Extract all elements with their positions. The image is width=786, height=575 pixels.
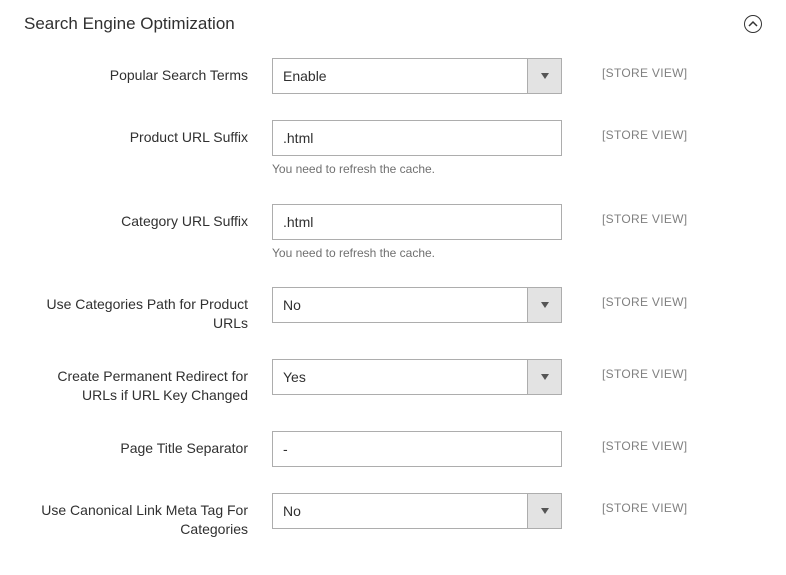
collapse-toggle[interactable] <box>744 15 762 33</box>
field-scope: [STORE VIEW] <box>562 120 687 142</box>
field-control: No <box>272 493 562 529</box>
field-create-permanent-redirect: Create Permanent Redirect for URLs if UR… <box>24 359 762 405</box>
product-url-suffix-input[interactable] <box>272 120 562 156</box>
use-categories-path-select[interactable]: No <box>272 287 562 323</box>
field-category-url-suffix: Category URL Suffix You need to refresh … <box>24 204 762 262</box>
dropdown-arrow-icon <box>527 288 561 322</box>
field-use-canonical-categories: Use Canonical Link Meta Tag For Categori… <box>24 493 762 539</box>
field-label: Page Title Separator <box>24 431 272 458</box>
field-control: You need to refresh the cache. <box>272 120 562 178</box>
field-scope: [STORE VIEW] <box>562 204 687 226</box>
field-control: You need to refresh the cache. <box>272 204 562 262</box>
field-scope: [STORE VIEW] <box>562 493 687 515</box>
select-value: Yes <box>273 369 527 385</box>
select-value: No <box>273 297 527 313</box>
field-control: No <box>272 287 562 323</box>
section-title: Search Engine Optimization <box>24 14 235 34</box>
select-value: Enable <box>273 68 527 84</box>
field-popular-search-terms: Popular Search Terms Enable [STORE VIEW] <box>24 58 762 94</box>
field-page-title-separator: Page Title Separator [STORE VIEW] <box>24 431 762 467</box>
select-value: No <box>273 503 527 519</box>
field-note: You need to refresh the cache. <box>272 246 562 262</box>
form-body: Popular Search Terms Enable [STORE VIEW]… <box>0 48 786 575</box>
popular-search-terms-select[interactable]: Enable <box>272 58 562 94</box>
section-header: Search Engine Optimization <box>0 0 786 48</box>
field-product-url-suffix: Product URL Suffix You need to refresh t… <box>24 120 762 178</box>
field-label: Product URL Suffix <box>24 120 272 147</box>
dropdown-arrow-icon <box>527 59 561 93</box>
field-label: Create Permanent Redirect for URLs if UR… <box>24 359 272 405</box>
field-note: You need to refresh the cache. <box>272 162 562 178</box>
field-label: Category URL Suffix <box>24 204 272 231</box>
use-canonical-categories-select[interactable]: No <box>272 493 562 529</box>
category-url-suffix-input[interactable] <box>272 204 562 240</box>
dropdown-arrow-icon <box>527 494 561 528</box>
field-label: Use Categories Path for Product URLs <box>24 287 272 333</box>
field-label: Popular Search Terms <box>24 58 272 85</box>
field-use-categories-path: Use Categories Path for Product URLs No … <box>24 287 762 333</box>
field-control: Enable <box>272 58 562 94</box>
page-title-separator-input[interactable] <box>272 431 562 467</box>
chevron-up-icon <box>748 19 758 29</box>
dropdown-arrow-icon <box>527 360 561 394</box>
field-scope: [STORE VIEW] <box>562 359 687 381</box>
create-permanent-redirect-select[interactable]: Yes <box>272 359 562 395</box>
field-scope: [STORE VIEW] <box>562 431 687 453</box>
field-control: Yes <box>272 359 562 395</box>
field-control <box>272 431 562 467</box>
field-scope: [STORE VIEW] <box>562 287 687 309</box>
field-scope: [STORE VIEW] <box>562 58 687 80</box>
field-label: Use Canonical Link Meta Tag For Categori… <box>24 493 272 539</box>
